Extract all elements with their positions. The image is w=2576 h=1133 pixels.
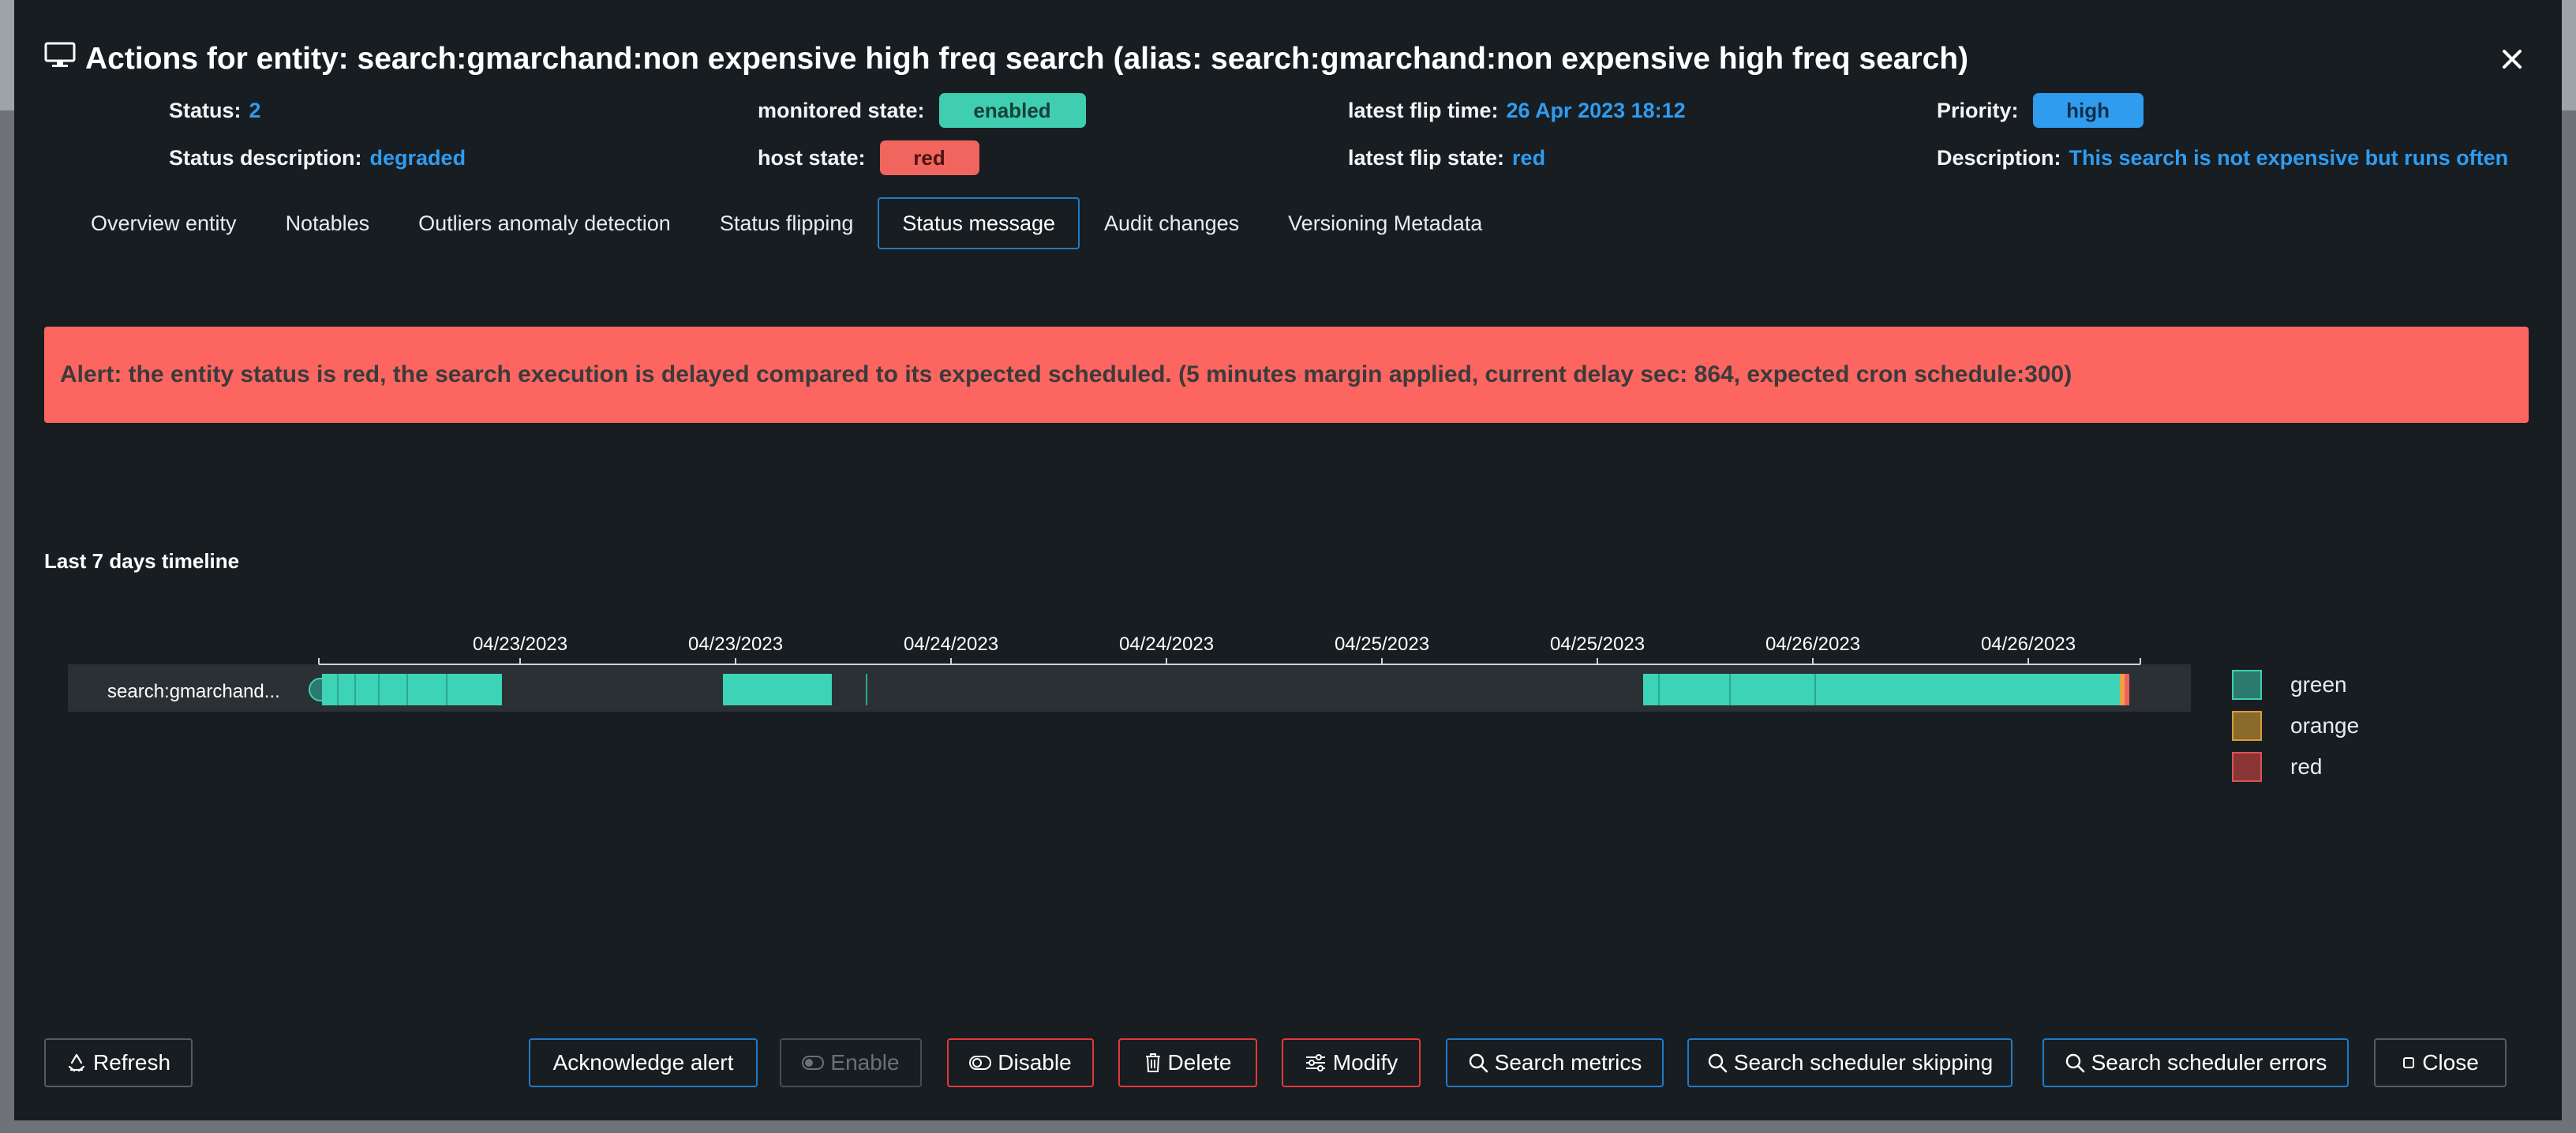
status-alert-banner: Alert: the entity status is red, the sea… [44, 327, 2529, 423]
legend-label-orange: orange [2290, 713, 2360, 738]
stop-icon [2402, 1056, 2416, 1070]
status-info: Status: 2 [169, 95, 261, 126]
status-description-info: Status description: degraded [169, 142, 466, 174]
toggle-off-icon [969, 1056, 992, 1070]
refresh-button-label: Refresh [92, 1050, 171, 1075]
acknowledge-alert-button[interactable]: Acknowledge alert [529, 1038, 758, 1087]
status-alert-text: Alert: the entity status is red, the sea… [60, 361, 2072, 387]
modify-button[interactable]: Modify [1282, 1038, 1421, 1087]
timeline-tick-label: 04/24/2023 [904, 634, 998, 655]
timeline-chart: search:gmarchand... 04/23/2023 04/23/2023… [68, 623, 2191, 726]
legend-label-red: red [2290, 754, 2323, 779]
legend-item-red: red [2232, 746, 2359, 787]
tab-overview-entity[interactable]: Overview entity [66, 197, 261, 249]
disable-button[interactable]: Disable [947, 1038, 1094, 1087]
timeline-tick-label: 04/23/2023 [688, 634, 783, 655]
disable-button-label: Disable [998, 1050, 1072, 1075]
tab-outliers-anomaly-detection[interactable]: Outliers anomaly detection [394, 197, 695, 249]
modal-title: Actions for entity: search:gmarchand:non… [44, 39, 1968, 79]
tab-status-message[interactable]: Status message [878, 197, 1080, 249]
legend-swatch-red [2232, 752, 2262, 782]
legend-label-green: green [2290, 672, 2347, 697]
close-button-label: Close [2422, 1050, 2479, 1075]
recycle-icon [66, 1053, 87, 1073]
tab-status-flipping[interactable]: Status flipping [695, 197, 878, 249]
search-icon [2065, 1053, 2085, 1073]
timeline-tick-label: 04/25/2023 [1550, 634, 1645, 655]
search-scheduler-errors-button[interactable]: Search scheduler errors [2042, 1038, 2349, 1087]
refresh-button[interactable]: Refresh [44, 1038, 193, 1087]
legend-item-orange: orange [2232, 705, 2359, 746]
timeline-bar-orange[interactable] [2120, 674, 2125, 705]
timeline-ticks: 04/23/2023 04/23/2023 04/24/2023 04/24/2023… [473, 634, 2076, 664]
timeline-title: Last 7 days timeline [44, 549, 240, 573]
tab-versioning-metadata[interactable]: Versioning Metadata [1264, 197, 1507, 249]
timeline-legend: green orange red [2232, 664, 2359, 787]
timeline-bar-green[interactable] [1643, 674, 2120, 705]
enable-button-label: Enable [830, 1050, 900, 1075]
monitor-icon [44, 42, 85, 77]
latest-flip-time-value[interactable]: 26 Apr 2023 18:12 [1507, 99, 1686, 123]
latest-flip-state-info: latest flip state: red [1348, 142, 1545, 174]
entity-actions-modal: Actions for entity: search:gmarchand:non… [14, 0, 2562, 1120]
modify-button-label: Modify [1332, 1050, 1398, 1075]
monitored-state-badge: enabled [938, 93, 1086, 128]
timeline-tick-label: 04/25/2023 [1335, 634, 1429, 655]
host-state-info: host state: red [758, 140, 979, 175]
priority-label: Priority: [1937, 98, 2019, 122]
search-scheduler-errors-label: Search scheduler errors [2091, 1050, 2327, 1075]
search-scheduler-skipping-button[interactable]: Search scheduler skipping [1687, 1038, 2012, 1087]
description-value[interactable]: This search is not expensive but runs of… [2069, 146, 2509, 170]
status-value[interactable]: 2 [249, 99, 261, 123]
status-description-value[interactable]: degraded [370, 146, 466, 170]
status-label: Status: [169, 98, 242, 122]
timeline-tick-label: 04/26/2023 [1765, 634, 1860, 655]
search-icon [1707, 1053, 1728, 1073]
search-metrics-label: Search metrics [1494, 1050, 1642, 1075]
monitored-state-label: monitored state: [758, 98, 925, 122]
legend-swatch-orange [2232, 711, 2262, 741]
timeline-tick-label: 04/23/2023 [473, 634, 567, 655]
latest-flip-state-label: latest flip state: [1348, 145, 1505, 170]
trash-icon [1144, 1053, 1162, 1073]
priority-info: Priority: high [1937, 93, 2144, 128]
status-description-label: Status description: [169, 145, 362, 170]
timeline-bar-green[interactable] [361, 674, 502, 705]
timeline-bar-green[interactable] [723, 674, 832, 705]
host-state-badge: red [879, 140, 979, 175]
monitored-state-info: monitored state: enabled [758, 93, 1086, 128]
delete-button[interactable]: Delete [1118, 1038, 1257, 1087]
timeline-svg: search:gmarchand... 04/23/2023 04/23/2023… [68, 634, 2191, 712]
legend-swatch-green [2232, 670, 2262, 700]
latest-flip-state-value[interactable]: red [1512, 146, 1545, 170]
latest-flip-time-label: latest flip time: [1348, 98, 1499, 122]
search-icon [1468, 1053, 1488, 1073]
timeline-tick-label: 04/26/2023 [1981, 634, 2076, 655]
timeline-row-label: search:gmarchand... [107, 681, 280, 702]
latest-flip-time-info: latest flip time: 26 Apr 2023 18:12 [1348, 95, 1686, 126]
timeline-bar-red[interactable] [2125, 674, 2129, 705]
toggle-icon [802, 1056, 825, 1070]
close-icon[interactable] [2492, 39, 2532, 79]
legend-item-green: green [2232, 664, 2359, 705]
sliders-icon [1305, 1053, 1327, 1072]
acknowledge-alert-label: Acknowledge alert [552, 1050, 734, 1075]
description-info: Description: This search is not expensiv… [1937, 142, 2508, 174]
timeline-tick-label: 04/24/2023 [1119, 634, 1214, 655]
delete-button-label: Delete [1167, 1050, 1232, 1075]
search-scheduler-skipping-label: Search scheduler skipping [1733, 1050, 1994, 1075]
enable-button[interactable]: Enable [780, 1038, 922, 1087]
priority-badge: high [2032, 93, 2144, 128]
description-label: Description: [1937, 145, 2061, 170]
tab-notables[interactable]: Notables [261, 197, 395, 249]
close-button[interactable]: Close [2374, 1038, 2507, 1087]
host-state-label: host state: [758, 145, 866, 170]
modal-title-text: Actions for entity: search:gmarchand:non… [85, 42, 1969, 76]
tab-audit-changes[interactable]: Audit changes [1080, 197, 1264, 249]
entity-tabs: Overview entity Notables Outliers anomal… [66, 197, 1507, 249]
search-metrics-button[interactable]: Search metrics [1446, 1038, 1664, 1087]
